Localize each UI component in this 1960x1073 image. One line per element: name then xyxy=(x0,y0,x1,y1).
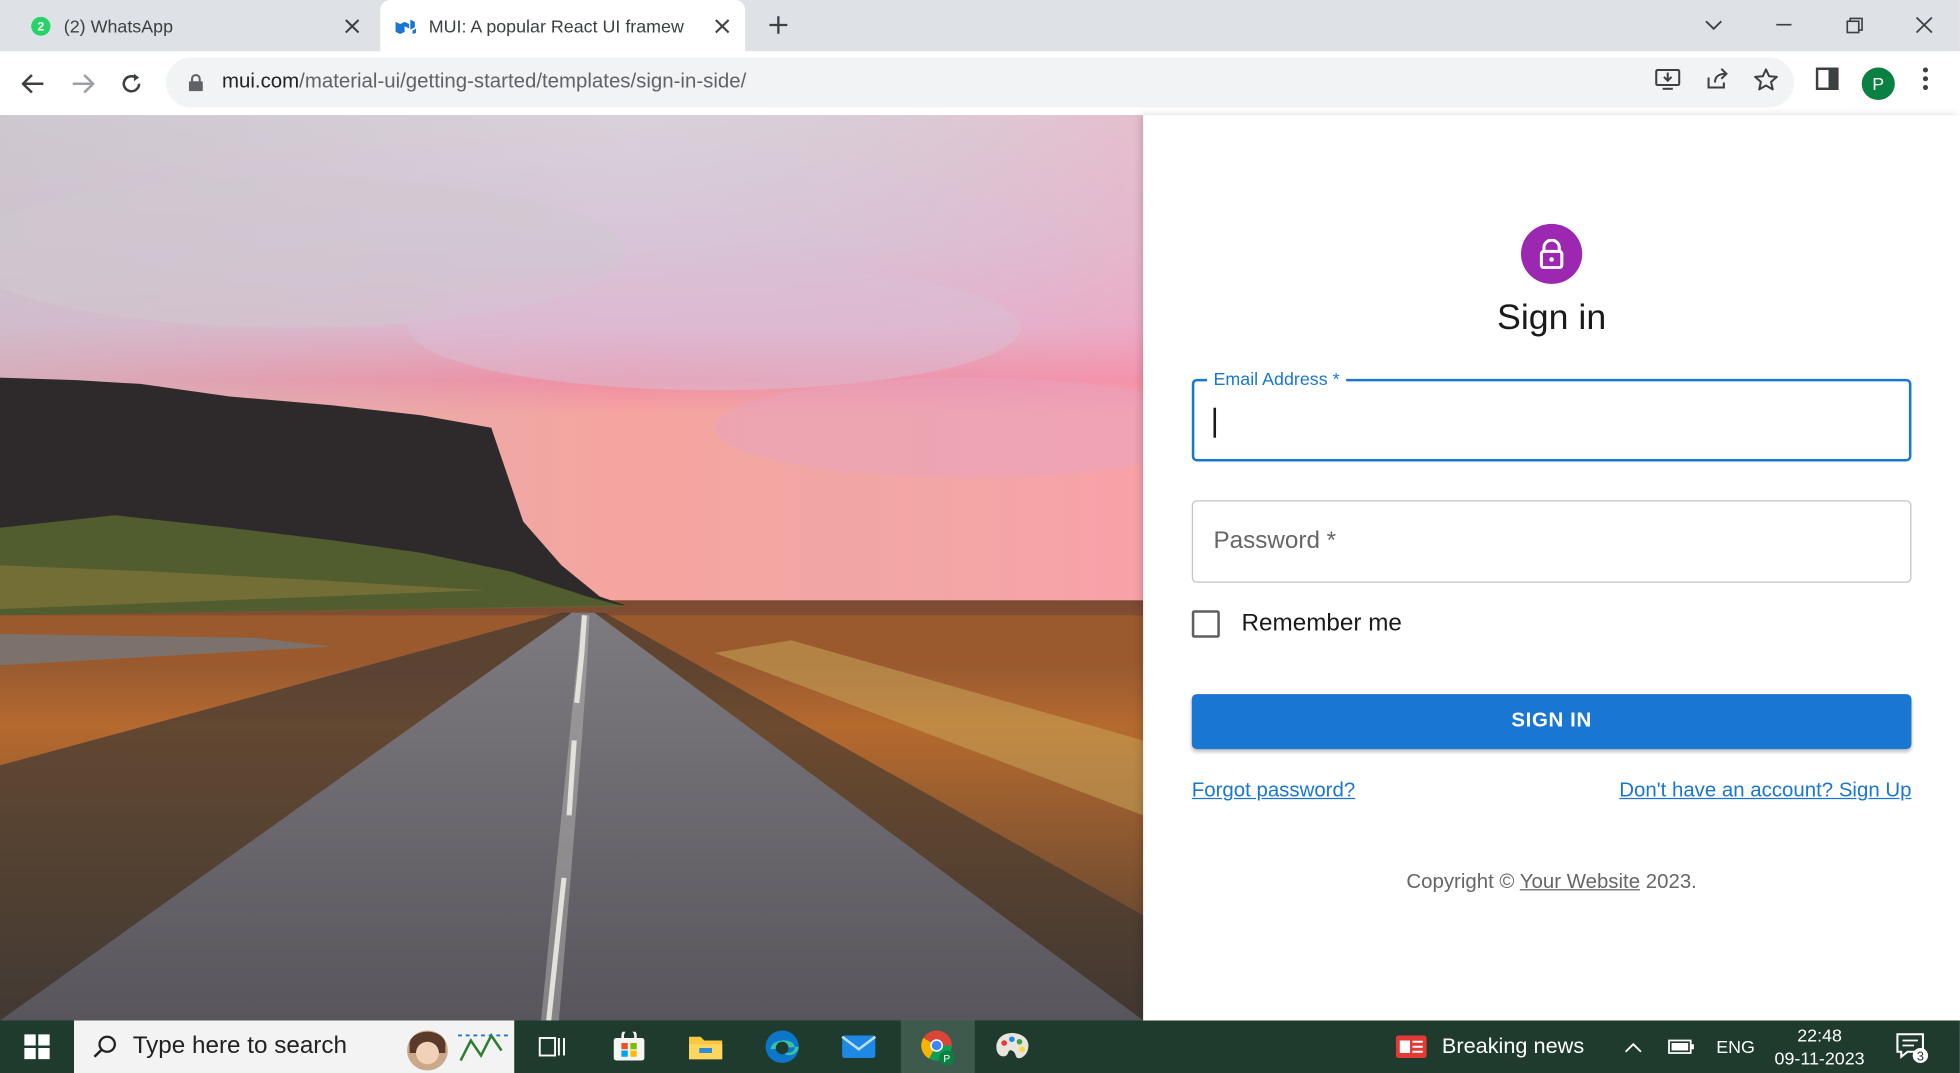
svg-text:2: 2 xyxy=(37,19,44,33)
battery-icon[interactable] xyxy=(1666,1020,1697,1073)
install-app-icon[interactable] xyxy=(1652,64,1683,94)
remember-me-row[interactable]: Remember me xyxy=(1191,610,1402,638)
windows-taskbar: Type here to search P Breaking news ENG … xyxy=(0,1020,1960,1073)
menu-kebab-icon[interactable] xyxy=(1910,64,1941,94)
language-indicator[interactable]: ENG xyxy=(1716,1020,1755,1073)
address-bar[interactable]: mui.com/material-ui/getting-started/temp… xyxy=(165,57,1795,108)
svg-text:P: P xyxy=(943,1054,950,1065)
clock[interactable]: 22:48 09-11-2023 xyxy=(1769,1020,1871,1073)
whatsapp-icon: 2 xyxy=(31,16,51,36)
file-explorer-icon[interactable] xyxy=(684,1020,727,1073)
paint-palette-icon[interactable] xyxy=(990,1020,1033,1073)
chevron-up-icon[interactable] xyxy=(1621,1020,1647,1073)
breaking-news-label[interactable]: Breaking news xyxy=(1442,1020,1584,1073)
close-icon[interactable] xyxy=(709,13,735,38)
notification-center-icon[interactable]: 3 xyxy=(1894,1020,1930,1073)
browser-toolbar: mui.com/material-ui/getting-started/temp… xyxy=(0,51,1960,117)
mui-logo-icon xyxy=(395,16,416,36)
password-input[interactable] xyxy=(1193,501,1916,585)
back-arrow-icon[interactable] xyxy=(15,66,51,101)
reload-icon[interactable] xyxy=(114,66,150,101)
search-highlight-doodle-icon xyxy=(399,1023,511,1073)
sign-in-panel: Sign in Email Address * Password * Remem… xyxy=(1143,115,1960,1021)
news-icon[interactable] xyxy=(1393,1020,1429,1073)
svg-text:3: 3 xyxy=(1917,1050,1924,1063)
windows-start-icon[interactable] xyxy=(18,1020,56,1073)
hero-landscape-image xyxy=(0,115,1144,1021)
close-window-button[interactable] xyxy=(1906,8,1942,43)
task-view-icon[interactable] xyxy=(531,1020,574,1073)
tab-title: (2) WhatsApp xyxy=(63,15,174,36)
lock-icon xyxy=(1520,223,1583,284)
tab-whatsapp[interactable]: 2 (2) WhatsApp xyxy=(15,0,375,51)
search-placeholder: Type here to search xyxy=(132,1032,347,1060)
search-icon xyxy=(92,1034,118,1059)
password-field[interactable]: Password * xyxy=(1191,500,1916,585)
page-content: Sign in Email Address * Password * Remem… xyxy=(0,115,1960,1021)
remember-me-checkbox[interactable] xyxy=(1191,610,1220,638)
restore-button[interactable] xyxy=(1836,8,1872,43)
mail-icon[interactable] xyxy=(837,1020,880,1073)
clock-time: 22:48 xyxy=(1797,1025,1842,1046)
taskbar-search-box[interactable]: Type here to search xyxy=(74,1020,515,1073)
lock-icon[interactable] xyxy=(184,74,207,92)
edge-browser-icon[interactable] xyxy=(760,1020,803,1073)
new-tab-button[interactable] xyxy=(763,10,794,40)
side-panel-icon[interactable] xyxy=(1812,64,1843,94)
screen: 2 (2) WhatsApp MUI: A popular React UI f… xyxy=(0,0,1960,1073)
profile-avatar[interactable]: P xyxy=(1861,67,1895,101)
sign-in-button[interactable]: SIGN IN xyxy=(1191,694,1912,750)
bookmark-star-icon[interactable] xyxy=(1751,64,1782,94)
email-input[interactable] xyxy=(1194,381,1914,462)
tab-mui[interactable]: MUI: A popular React UI framew xyxy=(380,0,746,52)
email-field[interactable]: Email Address * xyxy=(1191,368,1914,462)
tab-search-chevron-icon[interactable] xyxy=(1696,8,1732,43)
microsoft-store-icon[interactable] xyxy=(607,1020,650,1073)
remember-me-label: Remember me xyxy=(1241,610,1402,637)
forward-arrow-icon[interactable] xyxy=(65,66,101,101)
clock-date: 09-11-2023 xyxy=(1774,1048,1865,1069)
forgot-password-link[interactable]: Forgot password? xyxy=(1192,780,1355,803)
share-icon[interactable] xyxy=(1702,64,1733,94)
chrome-taskbar-icon[interactable]: P xyxy=(900,1020,975,1073)
close-icon[interactable] xyxy=(339,13,365,38)
copyright: Copyright © Your Website 2023. xyxy=(1406,871,1697,893)
page-title: Sign in xyxy=(1496,297,1607,337)
minimize-button[interactable] xyxy=(1766,8,1802,43)
your-website-link[interactable]: Your Website xyxy=(1520,872,1640,893)
url-text: mui.com/material-ui/getting-started/temp… xyxy=(222,71,747,93)
sign-up-link[interactable]: Don't have an account? Sign Up xyxy=(1619,780,1911,803)
tab-title: MUI: A popular React UI framew xyxy=(428,15,684,36)
tab-strip: 2 (2) WhatsApp MUI: A popular React UI f… xyxy=(0,0,1960,52)
